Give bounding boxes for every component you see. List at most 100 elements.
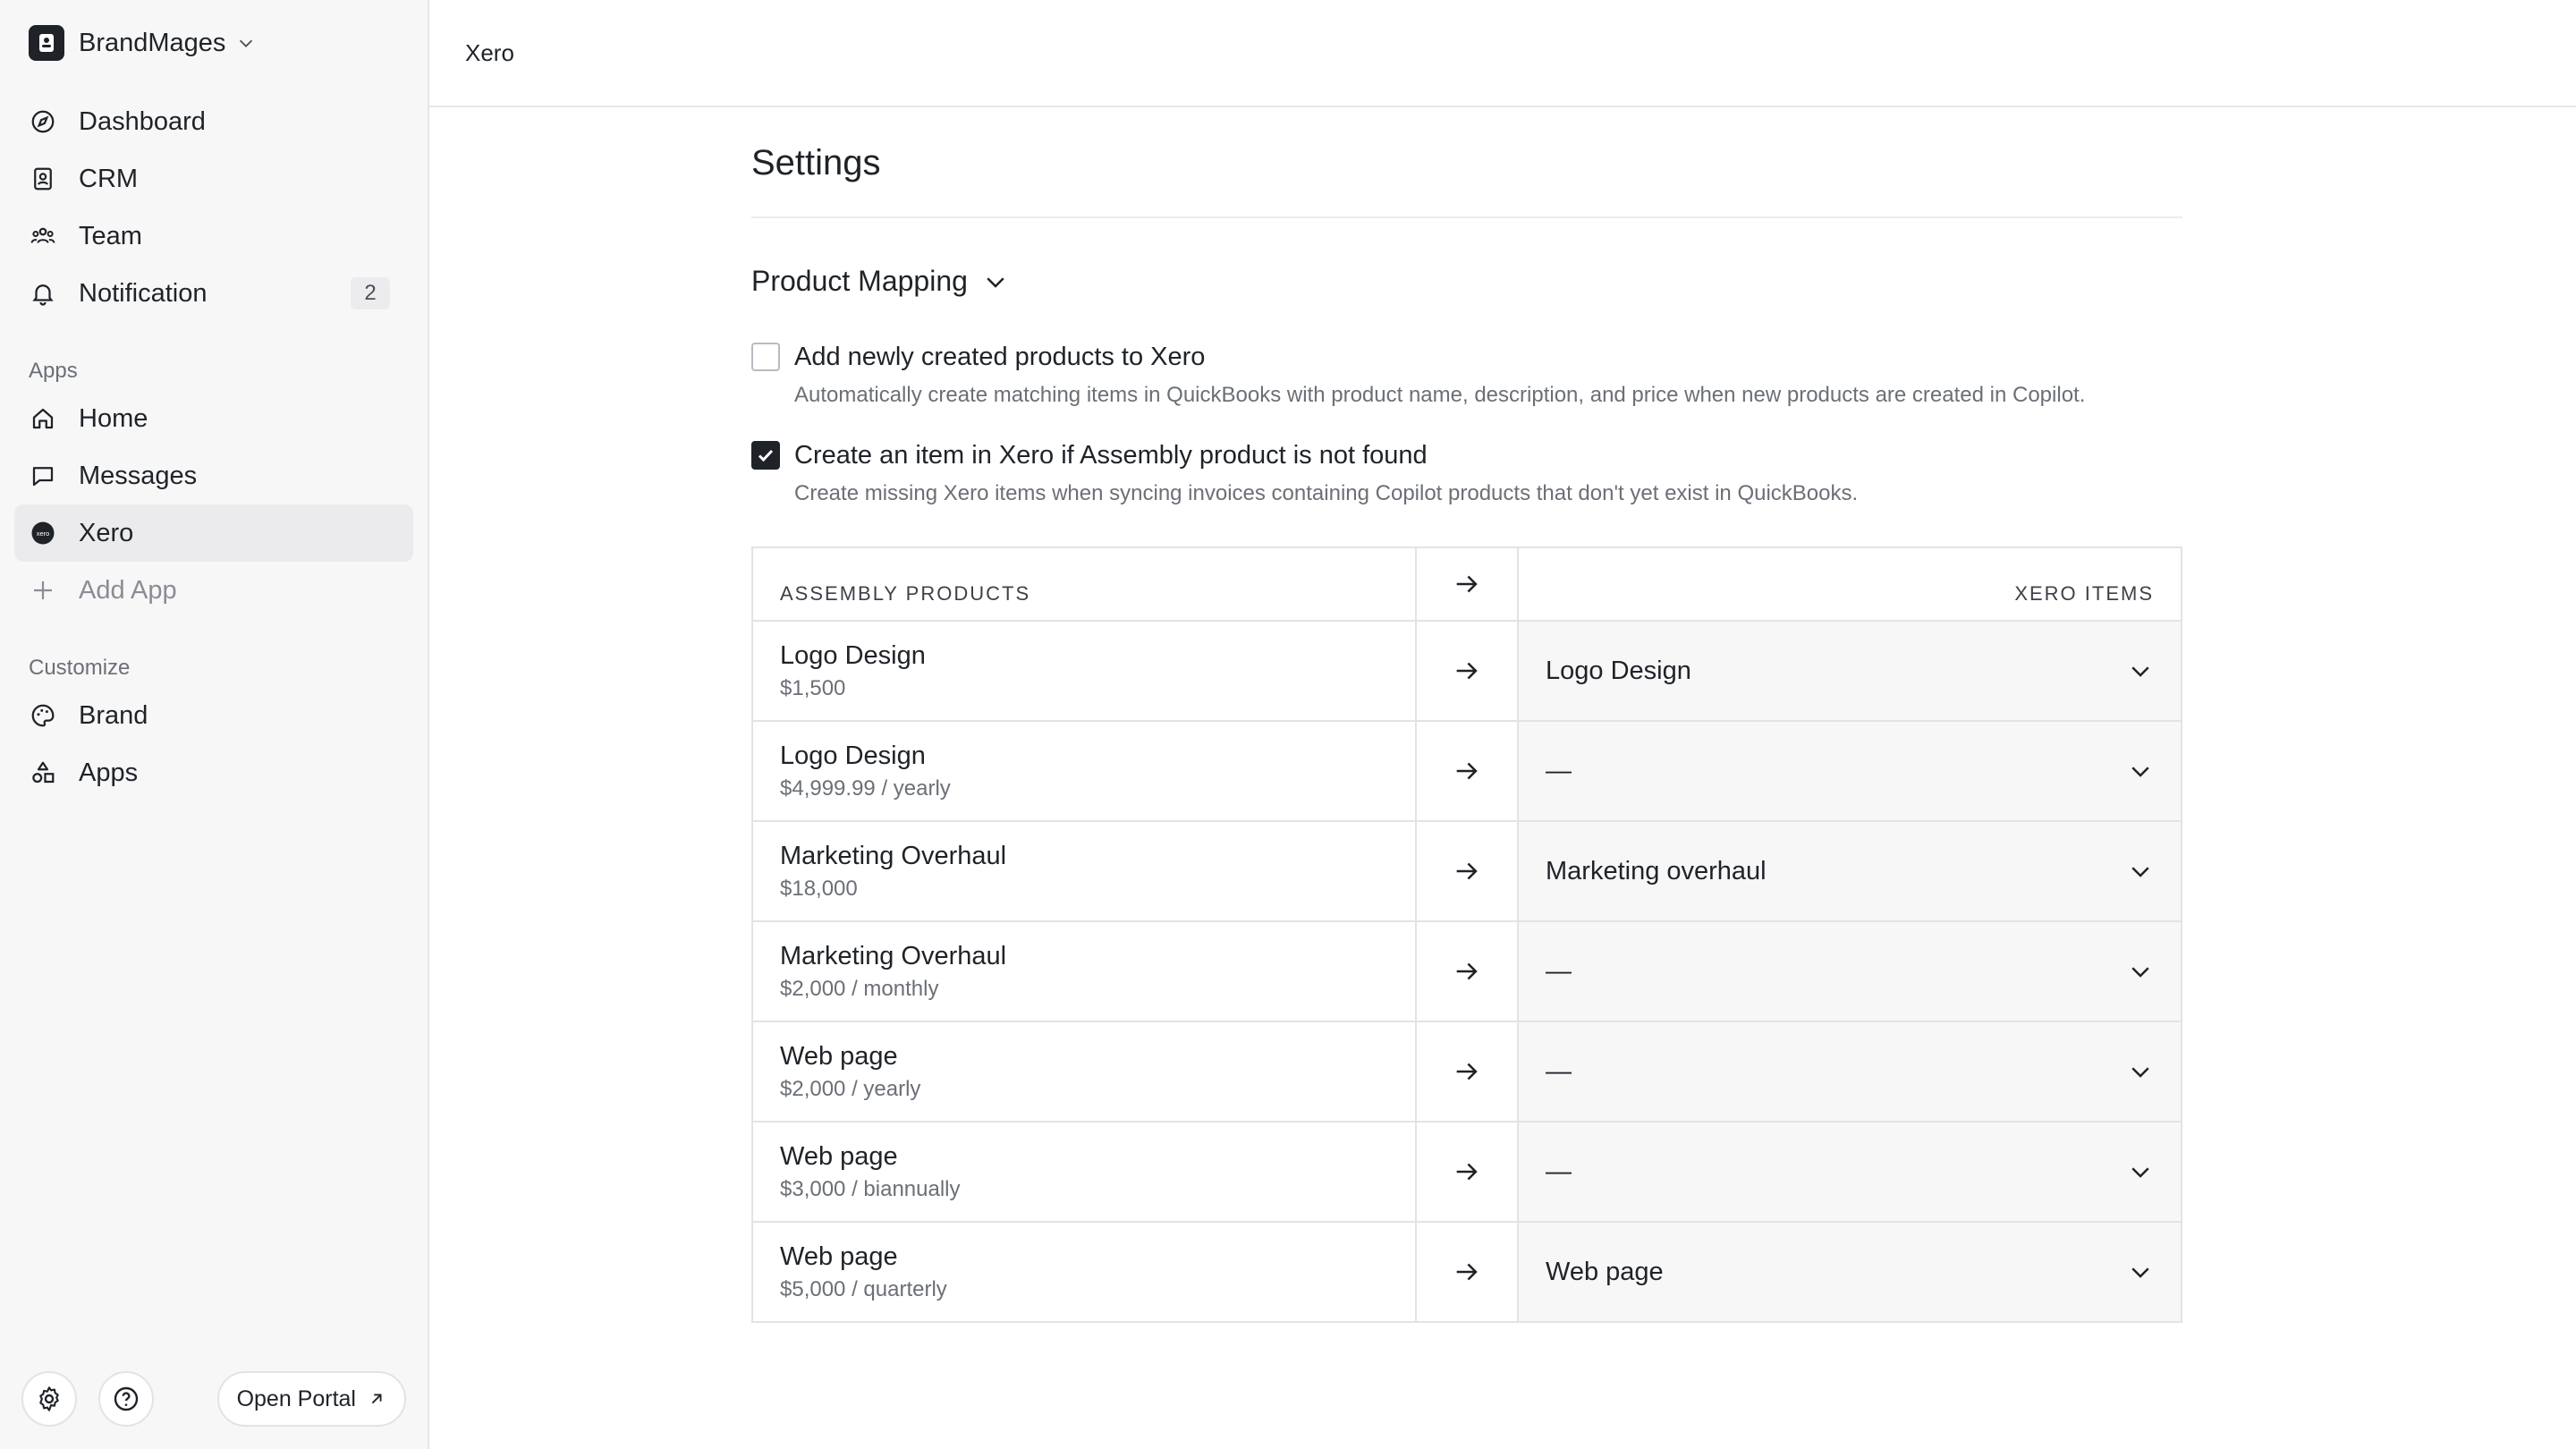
table-row: Logo Design $4,999.99 / yearly — — [753, 720, 2181, 820]
settings-button[interactable] — [21, 1371, 77, 1427]
arrow-right-icon — [1456, 1063, 1478, 1080]
xero-item-select[interactable]: — — [1519, 922, 2181, 1021]
page-breadcrumb: Xero — [465, 38, 514, 66]
compass-icon — [29, 107, 57, 136]
add-new-products-checkbox[interactable] — [751, 343, 780, 371]
sidebar-item-label: Team — [79, 221, 142, 250]
external-arrow-icon — [371, 1394, 382, 1404]
product-name: Web page — [780, 1041, 898, 1071]
chevron-down-icon — [2131, 967, 2149, 978]
sidebar-item-notification[interactable]: Notification 2 — [14, 265, 413, 322]
section-title: Product Mapping — [751, 265, 968, 297]
product-name: Marketing Overhaul — [780, 941, 1007, 970]
xero-item-select[interactable]: — — [1519, 1123, 2181, 1221]
option-create-missing-item: Create an item in Xero if Assembly produ… — [751, 439, 2182, 507]
sidebar-footer: Open Portal — [21, 1370, 406, 1428]
header-arrow-cell — [1417, 548, 1519, 620]
product-name: Logo Design — [780, 640, 926, 670]
option-add-new-products: Add newly created products to Xero Autom… — [751, 341, 2182, 409]
sidebar-item-add-app[interactable]: Add App — [14, 562, 413, 619]
mapping-arrow-cell — [1417, 1022, 1519, 1121]
sidebar-item-home[interactable]: Home — [14, 390, 413, 447]
xero-item-select[interactable]: Marketing overhaul — [1519, 822, 2181, 920]
chevron-down-icon — [240, 39, 253, 47]
column-header-assembly: ASSEMBLY PRODUCTS — [753, 548, 1417, 620]
workspace-switcher[interactable]: BrandMages — [14, 0, 413, 86]
sidebar-item-crm[interactable]: CRM — [14, 150, 413, 208]
chevron-down-icon — [2131, 1067, 2149, 1078]
assembly-product-cell: Web page $2,000 / yearly — [753, 1022, 1417, 1121]
sidebar-item-brand[interactable]: Brand — [14, 687, 413, 744]
option-description: Create missing Xero items when syncing i… — [794, 481, 1859, 505]
xero-item-select[interactable]: Web page — [1519, 1223, 2181, 1321]
settings-panel: Settings Product Mapping Add newly creat… — [751, 107, 2182, 1323]
home-icon — [29, 404, 57, 433]
table-row: Web page $2,000 / yearly — — [753, 1021, 2181, 1121]
table-header-row: ASSEMBLY PRODUCTS XERO ITEMS — [753, 548, 2181, 620]
arrow-right-icon — [1456, 1163, 1478, 1181]
svg-text:xero: xero — [37, 530, 50, 538]
product-price: $5,000 / quarterly — [780, 1276, 947, 1301]
table-row: Web page $3,000 / biannually — — [753, 1121, 2181, 1221]
xero-item-value: — — [1546, 956, 1572, 986]
chevron-down-icon — [2131, 867, 2149, 877]
table-row: Marketing Overhaul $18,000 Marketing ove… — [753, 820, 2181, 920]
product-price: $3,000 / biannually — [780, 1176, 961, 1201]
xero-item-value: — — [1546, 1056, 1572, 1086]
sidebar-item-dashboard[interactable]: Dashboard — [14, 93, 413, 150]
product-mapping-toggle[interactable]: Product Mapping — [751, 265, 2182, 298]
mapping-arrow-cell — [1417, 1123, 1519, 1221]
help-button[interactable] — [98, 1371, 154, 1427]
product-price: $2,000 / monthly — [780, 976, 939, 1001]
mapping-arrow-cell — [1417, 922, 1519, 1021]
xero-item-select[interactable]: Logo Design — [1519, 622, 2181, 720]
assembly-product-cell: Web page $3,000 / biannually — [753, 1123, 1417, 1221]
open-portal-button[interactable]: Open Portal — [216, 1371, 406, 1427]
contact-book-icon — [29, 165, 57, 193]
mapping-arrow-cell — [1417, 722, 1519, 820]
page-title: Settings — [751, 107, 2182, 218]
topbar: Xero — [429, 0, 2576, 107]
check-icon — [758, 449, 774, 462]
table-row: Marketing Overhaul $2,000 / monthly — — [753, 920, 2181, 1021]
arrow-right-icon — [1456, 575, 1478, 593]
assembly-product-cell: Logo Design $4,999.99 / yearly — [753, 722, 1417, 820]
sidebar-item-messages[interactable]: Messages — [14, 447, 413, 504]
sidebar-item-label: Messages — [79, 461, 198, 490]
assembly-product-cell: Logo Design $1,500 — [753, 622, 1417, 720]
xero-item-value: — — [1546, 756, 1572, 785]
gear-icon — [39, 1386, 59, 1411]
xero-item-value: — — [1546, 1157, 1572, 1186]
chevron-down-icon — [2131, 1267, 2149, 1278]
chevron-down-icon — [2131, 767, 2149, 777]
team-icon — [29, 222, 57, 250]
help-icon — [114, 1386, 139, 1411]
create-missing-item-checkbox[interactable] — [751, 441, 780, 470]
xero-item-value: Logo Design — [1546, 656, 1691, 685]
sidebar-item-apps[interactable]: Apps — [14, 744, 413, 801]
palette-icon — [29, 701, 57, 730]
xero-item-value: Web page — [1546, 1257, 1664, 1286]
assembly-product-cell: Marketing Overhaul $2,000 / monthly — [753, 922, 1417, 1021]
xero-item-select[interactable]: — — [1519, 1022, 2181, 1121]
workspace-logo-icon — [29, 25, 64, 61]
assembly-product-cell: Marketing Overhaul $18,000 — [753, 822, 1417, 920]
arrow-right-icon — [1456, 862, 1478, 880]
table-row: Logo Design $1,500 Logo Design — [753, 620, 2181, 720]
xero-icon: xero — [29, 519, 57, 547]
product-name: Web page — [780, 1241, 898, 1271]
main-content: Xero Settings Product Mapping Add newly … — [429, 0, 2576, 1449]
message-icon — [29, 462, 57, 490]
section-label-customize: Customize — [29, 656, 131, 680]
mapping-arrow-cell — [1417, 622, 1519, 720]
sidebar-item-label: Apps — [79, 758, 139, 787]
product-mapping-table: ASSEMBLY PRODUCTS XERO ITEMS Logo Design… — [751, 547, 2182, 1323]
chevron-down-icon — [2131, 666, 2149, 677]
arrow-right-icon — [1456, 962, 1478, 980]
sidebar-item-team[interactable]: Team — [14, 208, 413, 265]
sidebar-item-label: CRM — [79, 164, 139, 193]
sidebar-item-xero[interactable]: xero Xero — [14, 504, 413, 562]
xero-item-select[interactable]: — — [1519, 722, 2181, 820]
product-price: $1,500 — [780, 675, 846, 700]
mapping-arrow-cell — [1417, 822, 1519, 920]
